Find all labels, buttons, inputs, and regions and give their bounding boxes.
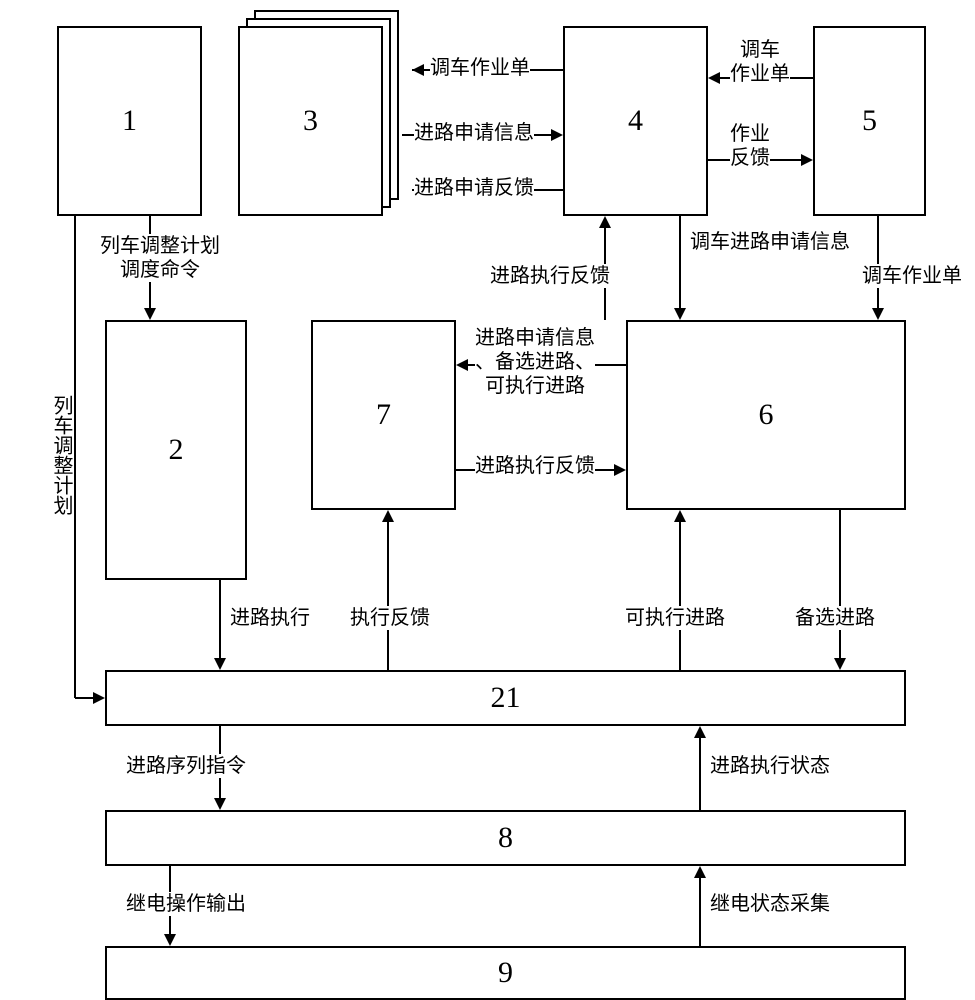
label-6-21-left: 可执行进路 [625,606,725,630]
box-3-label: 3 [303,104,318,138]
label-3-4-top: 调车作业单 [430,56,530,80]
label-1-2: 列车调整计划 调度命令 [100,234,220,282]
box-2: 2 [105,320,247,580]
label-4-6-left: 进路执行反馈 [490,264,610,288]
box-8: 8 [105,810,906,866]
box-7: 7 [311,320,456,510]
label-6-21-right: 备选进路 [795,606,875,630]
box-8-label: 8 [498,821,513,855]
label-5-6: 调车作业单 [862,264,962,288]
box-5-label: 5 [862,104,877,138]
box-7-label: 7 [376,398,391,432]
box-5: 5 [813,26,926,216]
box-9: 9 [105,946,906,1000]
box-6-label: 6 [759,398,774,432]
box-4-label: 4 [628,104,643,138]
box-1: 1 [57,26,202,216]
label-3-4-mid: 进路申请信息 [414,121,534,145]
box-21-label: 21 [491,681,521,715]
box-4: 4 [563,26,708,216]
label-3-4-bot: 进路申请反馈 [414,176,534,200]
label-4-5-bot: 作业 反馈 [730,122,770,170]
box-6: 6 [626,320,906,510]
label-6-7-bot: 进路执行反馈 [475,454,595,478]
label-4-6-right: 调车进路申请信息 [690,230,850,254]
label-8-9-left: 继电操作输出 [126,892,246,916]
box-2-label: 2 [169,433,184,467]
box-9-label: 9 [498,956,513,990]
label-21-8-left: 进路序列指令 [126,754,246,778]
label-21-8-right: 进路执行状态 [710,754,830,778]
box-3: 3 [238,26,383,216]
box-1-label: 1 [122,104,137,138]
label-2-21: 进路执行 [230,606,310,630]
box-21: 21 [105,670,906,726]
label-7-21: 执行反馈 [350,606,430,630]
label-8-9-right: 继电状态采集 [710,892,830,916]
label-1-21: 列车调整计划 [49,395,73,515]
label-6-7-top: 进路申请信息 、备选进路、 可执行进路 [475,326,595,398]
label-4-5-top: 调车 作业单 [730,38,790,86]
